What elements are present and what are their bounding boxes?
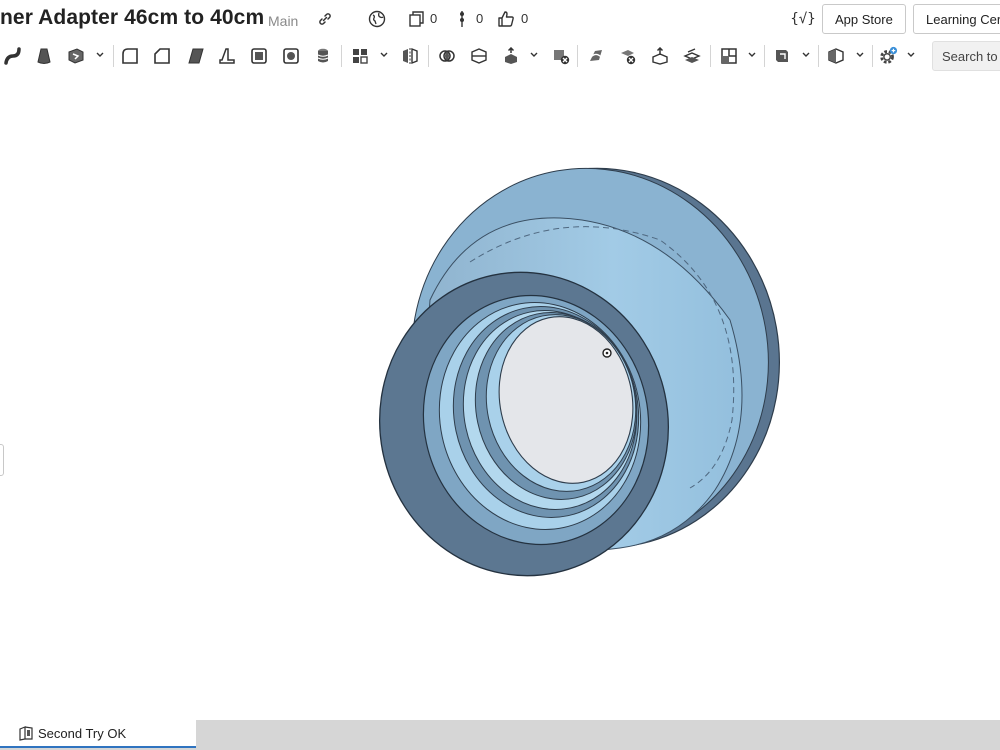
part-model[interactable] [0, 72, 1000, 720]
globe-icon[interactable] [367, 9, 387, 29]
document-title[interactable]: ner Adapter 46cm to 40cm [0, 6, 264, 30]
versions-count: 0 [430, 11, 438, 26]
origin-marker-dot [605, 351, 609, 355]
versions-icon[interactable] [407, 9, 427, 29]
chevron-down-icon[interactable] [379, 50, 389, 60]
delete-face-icon[interactable] [618, 46, 638, 66]
toolbar-divider [872, 45, 873, 67]
split-icon[interactable] [469, 46, 489, 66]
plane-icon[interactable] [719, 46, 739, 66]
feature-toolbar [0, 38, 1000, 72]
transform-icon[interactable] [501, 46, 521, 66]
graphics-viewport[interactable] [0, 72, 1000, 720]
document-header: ner Adapter 46cm to 40cm Main 0 0 0 {√} … [0, 0, 1000, 38]
app-store-button[interactable]: App Store [822, 4, 906, 34]
toolbar-divider [577, 45, 578, 67]
chamfer-icon[interactable] [152, 46, 172, 66]
mate-connector-icon[interactable] [772, 46, 792, 66]
workspace-name[interactable]: Main [268, 13, 298, 29]
cylinder-icon[interactable] [313, 46, 333, 66]
toolbar-divider [818, 45, 819, 67]
hole-icon[interactable] [281, 46, 301, 66]
branch-icon[interactable] [452, 9, 472, 29]
loft-icon[interactable] [34, 46, 54, 66]
chevron-down-icon[interactable] [855, 50, 865, 60]
likes-count: 0 [521, 11, 529, 26]
chevron-down-icon[interactable] [747, 50, 757, 60]
part-studio-icon [19, 726, 33, 741]
move-face-icon[interactable] [650, 46, 670, 66]
chevron-down-icon[interactable] [906, 50, 916, 60]
replace-face-icon[interactable] [586, 46, 606, 66]
branches-count: 0 [476, 11, 484, 26]
toolbar-divider [710, 45, 711, 67]
shell-icon[interactable] [249, 46, 269, 66]
chevron-down-icon[interactable] [529, 50, 539, 60]
delete-part-icon[interactable] [551, 46, 571, 66]
toolbar-divider [113, 45, 114, 67]
learning-center-button[interactable]: Learning Cer [913, 4, 1000, 34]
thicken-icon[interactable] [66, 46, 86, 66]
tab-bar: Second Try OK [0, 720, 1000, 750]
chevron-down-icon[interactable] [801, 50, 811, 60]
boolean-icon[interactable] [437, 46, 457, 66]
link-icon[interactable] [315, 9, 335, 29]
thumbs-up-icon[interactable] [496, 9, 516, 29]
custom-feature-icon[interactable] [878, 46, 898, 66]
tab-part-studio[interactable]: Second Try OK [0, 720, 196, 748]
pattern-icon[interactable] [350, 46, 370, 66]
search-tools-input[interactable]: Search to [932, 41, 1000, 71]
chevron-down-icon[interactable] [95, 50, 105, 60]
rib-icon[interactable] [217, 46, 237, 66]
toolbar-divider [341, 45, 342, 67]
tab-label: Second Try OK [38, 725, 127, 741]
section-icon[interactable] [826, 46, 846, 66]
variable-studio-icon[interactable]: {√} [790, 9, 815, 29]
fillet-icon[interactable] [120, 46, 140, 66]
mirror-icon[interactable] [400, 46, 420, 66]
draft-icon[interactable] [186, 46, 206, 66]
toolbar-divider [764, 45, 765, 67]
offset-surface-icon[interactable] [682, 46, 702, 66]
sweep-icon[interactable] [3, 46, 23, 66]
toolbar-divider [428, 45, 429, 67]
